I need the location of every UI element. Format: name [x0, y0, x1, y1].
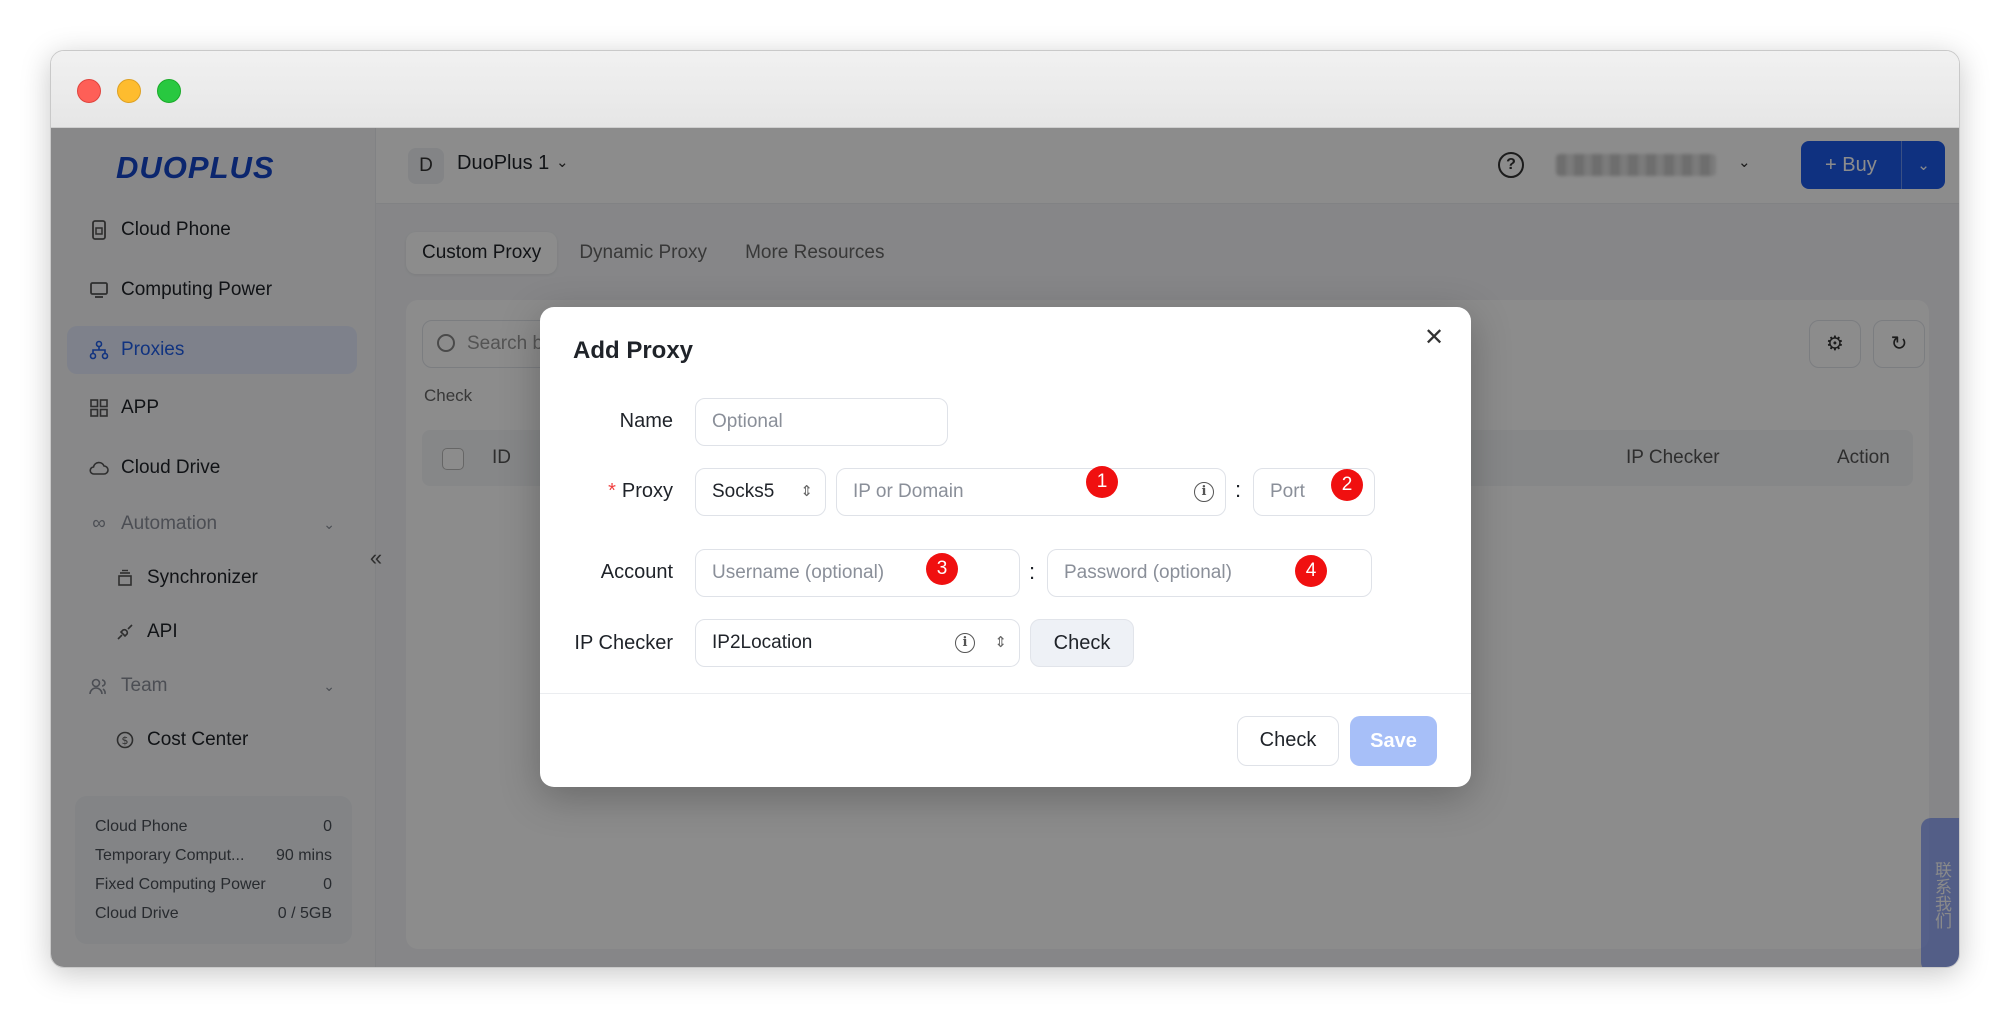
account-label: Account: [600, 561, 673, 583]
proxy-label: * Proxy: [608, 480, 673, 503]
info-icon[interactable]: i: [1194, 482, 1214, 502]
password-placeholder: Password (optional): [1064, 562, 1232, 583]
maximize-window-button[interactable]: [157, 79, 181, 103]
proxy-type-value: Socks5: [712, 481, 775, 502]
required-marker: *: [608, 480, 616, 502]
modal-divider: [540, 693, 1471, 694]
host-placeholder: IP or Domain: [853, 481, 964, 502]
name-label: Name: [619, 410, 673, 432]
username-placeholder: Username (optional): [712, 562, 885, 583]
annotation-badge-1: 1: [1086, 466, 1118, 498]
colon-separator: :: [1029, 559, 1036, 584]
ip-check-button[interactable]: Check: [1030, 619, 1134, 667]
add-proxy-modal: Add Proxy ✕ Name Optional * Proxy Socks5 …: [540, 307, 1471, 787]
name-field[interactable]: Optional: [695, 398, 948, 446]
select-arrows-icon: ⇕: [994, 634, 1007, 651]
close-icon[interactable]: ✕: [1419, 323, 1449, 353]
ip-checker-value: IP2Location: [712, 632, 813, 653]
info-icon[interactable]: i: [955, 633, 975, 653]
minimize-window-button[interactable]: [117, 79, 141, 103]
name-placeholder: Optional: [712, 411, 783, 432]
username-field[interactable]: Username (optional): [695, 549, 1020, 597]
ip-checker-label: IP Checker: [574, 632, 673, 654]
title-bar: [51, 51, 1959, 128]
check-button[interactable]: Check: [1237, 716, 1339, 766]
host-field[interactable]: IP or Domain: [836, 468, 1226, 516]
proxy-type-select[interactable]: Socks5 ⇕: [695, 468, 826, 516]
colon-separator: :: [1235, 477, 1242, 502]
annotation-badge-3: 3: [926, 553, 958, 585]
proxy-label-text: Proxy: [621, 480, 673, 502]
select-arrows-icon: ⇕: [800, 483, 813, 500]
port-placeholder: Port: [1270, 481, 1305, 502]
annotation-badge-2: 2: [1331, 469, 1363, 501]
modal-title: Add Proxy: [573, 337, 694, 364]
annotation-badge-4: 4: [1295, 555, 1327, 587]
close-window-button[interactable]: [77, 79, 101, 103]
save-button[interactable]: Save: [1350, 716, 1437, 766]
